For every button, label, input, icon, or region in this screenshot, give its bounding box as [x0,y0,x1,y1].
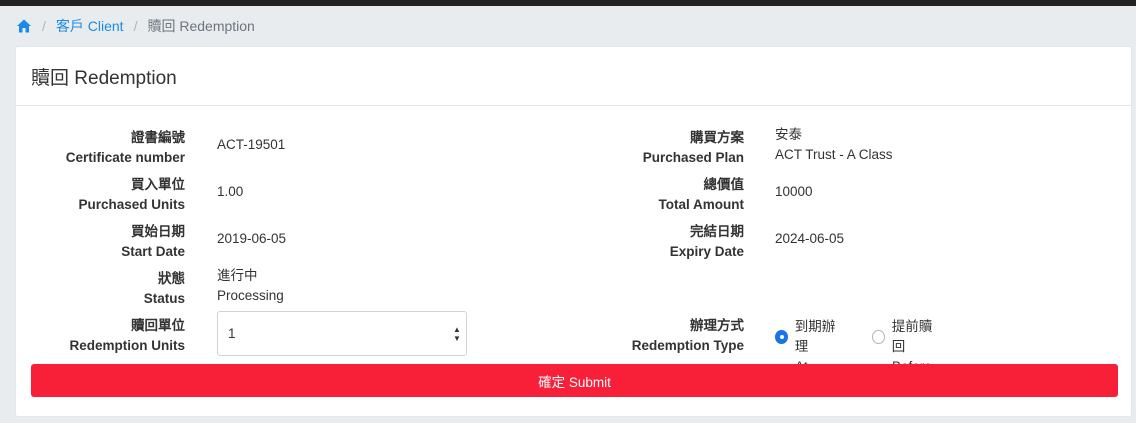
certificate-label: 證書編號 Certificate number [5,128,185,168]
status-value: 進行中 Processing [217,266,284,306]
expiry-date-label-zh: 完結日期 [690,224,744,239]
radio-before-maturity-label-zh[interactable]: 提前贖回 [892,317,940,357]
purchased-units-label-en: Purchased Units [78,197,185,212]
start-date-label: 買始日期 Start Date [5,222,185,262]
start-date-label-en: Start Date [121,244,185,259]
start-date-label-zh: 買始日期 [131,224,185,239]
status-label: 狀態 Status [5,269,185,309]
redemption-card: 贖回 Redemption 證書編號 Certificate number AC… [15,46,1132,417]
breadcrumb-separator: / [133,18,138,34]
purchased-units-label: 買入單位 Purchased Units [5,175,185,215]
status-label-en: Status [143,291,185,306]
home-icon[interactable] [16,18,32,34]
plan-value-zh: 安泰 [775,127,802,142]
plan-label-en: Purchased Plan [642,150,744,165]
plan-label: 購買方案 Purchased Plan [564,128,744,168]
certificate-label-en: Certificate number [65,150,185,165]
plan-value-en: ACT Trust - A Class [775,147,893,162]
certificate-value: ACT-19501 [217,137,286,152]
redemption-units-label-zh: 贖回單位 [131,318,185,333]
page-title: 贖回 Redemption [16,47,1131,106]
expiry-date-label: 完結日期 Expiry Date [564,222,744,262]
expiry-date-label-en: Expiry Date [669,244,744,259]
breadcrumb-client-link[interactable]: 客戶 Client [56,16,124,36]
breadcrumb: / 客戶 Client / 贖回 Redemption [16,17,255,35]
top-bar [0,0,1136,6]
radio-at-maturity-label-zh[interactable]: 到期辦理 [795,317,843,357]
total-amount-value: 10000 [775,184,813,199]
status-value-zh: 進行中 [217,268,258,283]
redemption-type-label-zh: 辦理方式 [690,318,744,333]
redemption-units-input-value: 1 [228,326,236,341]
plan-label-zh: 購買方案 [690,130,744,145]
plan-value: 安泰 ACT Trust - A Class [775,125,893,165]
redemption-units-input[interactable]: 1 ▲ ▼ [217,311,467,356]
redemption-units-label-en: Redemption Units [69,338,185,353]
radio-at-maturity-circle[interactable] [775,330,788,344]
total-amount-label-zh: 總價值 [703,177,745,192]
certificate-label-zh: 證書編號 [131,130,185,145]
purchased-units-label-zh: 買入單位 [131,177,185,192]
quantity-stepper[interactable]: ▲ ▼ [452,324,462,344]
breadcrumb-current: 贖回 Redemption [147,18,255,34]
radio-before-maturity-circle[interactable] [872,330,885,344]
total-amount-label-en: Total Amount [658,197,744,212]
redemption-units-label: 贖回單位 Redemption Units [5,316,185,356]
redemption-type-label-en: Redemption Type [631,338,744,353]
total-amount-label: 總價值 Total Amount [564,175,744,215]
expiry-date-value: 2024-06-05 [775,231,845,246]
stepper-up-icon[interactable]: ▲ [453,325,461,334]
stepper-down-icon[interactable]: ▼ [453,334,461,343]
redemption-type-label: 辦理方式 Redemption Type [564,316,744,356]
submit-button[interactable]: 確定 Submit [31,364,1118,397]
start-date-value: 2019-06-05 [217,231,287,246]
breadcrumb-separator: / [42,18,46,34]
status-value-en: Processing [217,288,284,303]
status-label-zh: 狀態 [158,271,185,286]
purchased-units-value: 1.00 [217,184,244,199]
